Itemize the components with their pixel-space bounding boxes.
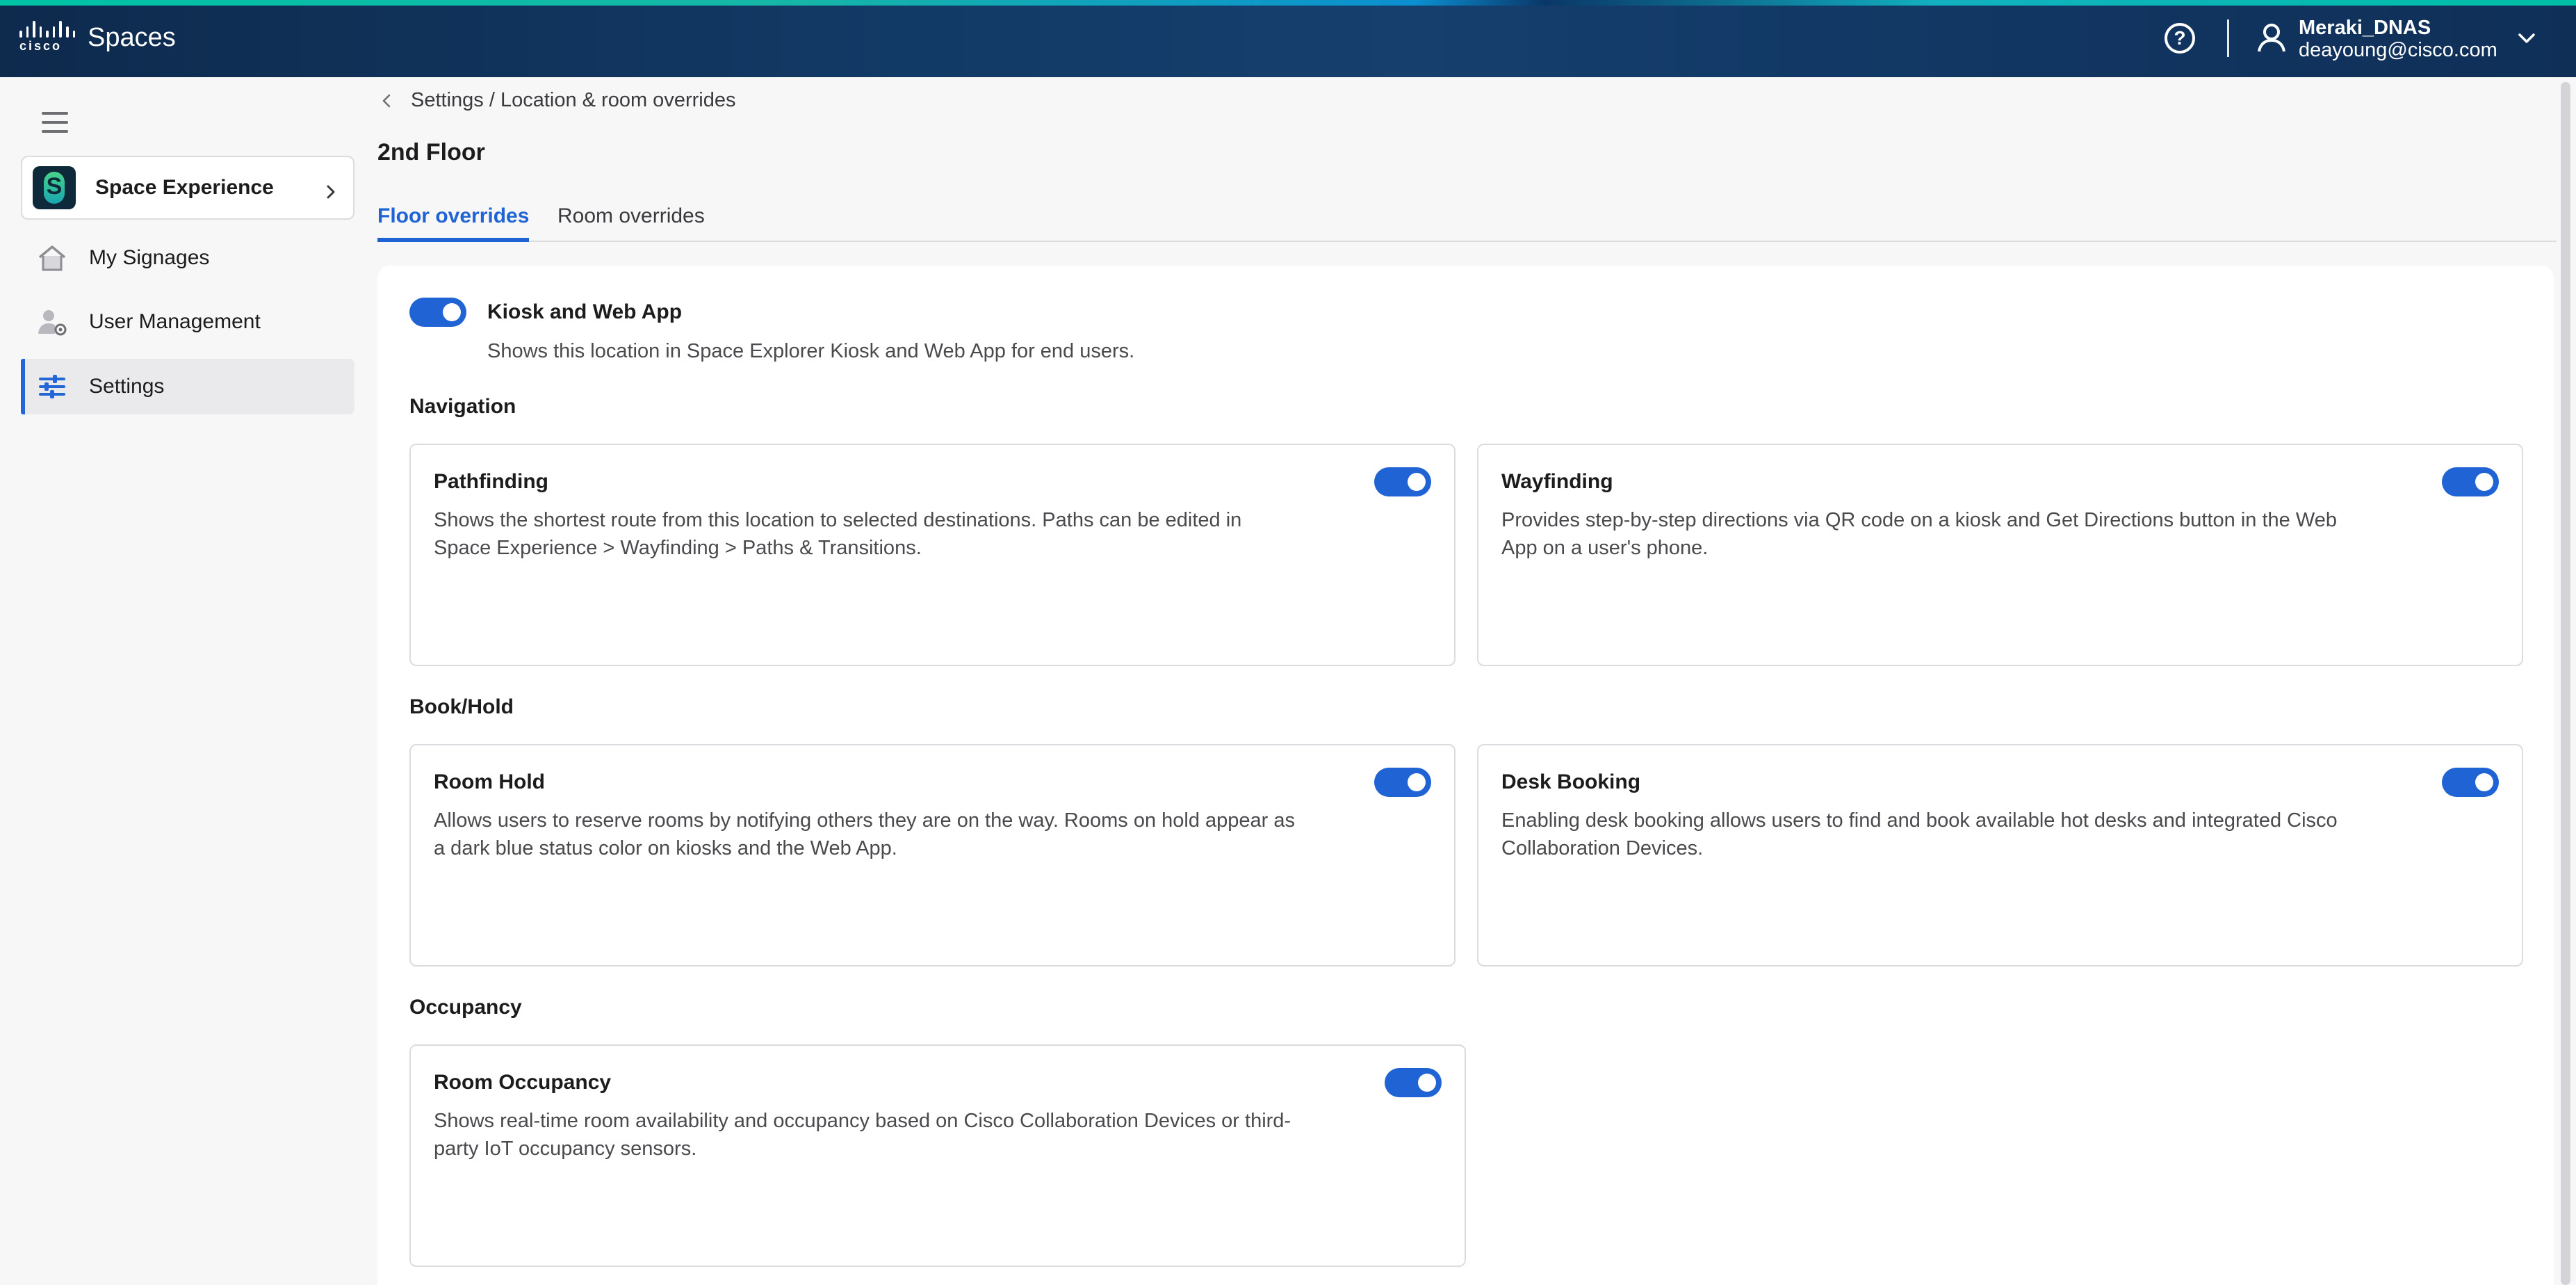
top-navigation-bar: cisco Spaces ? Meraki_DNAS deayoung@cisc… [0, 0, 2576, 77]
sidebar-item-settings[interactable]: Settings [21, 359, 354, 414]
space-selector-label: Space Experience [95, 176, 274, 199]
desk-booking-description: Enabling desk booking allows users to fi… [1501, 809, 2338, 859]
kiosk-web-app-description: Shows this location in Space Explorer Ki… [487, 340, 1135, 362]
breadcrumb[interactable]: Settings / Location & room overrides [379, 89, 735, 112]
space-experience-logo-icon [33, 166, 76, 209]
room-occupancy-card: Room Occupancy Shows real-time room avai… [409, 1044, 1466, 1267]
chevron-right-icon [327, 185, 335, 199]
cisco-logo-icon: cisco [19, 21, 76, 54]
sidebar-item-my-signages[interactable]: My Signages [21, 230, 354, 286]
chevron-left-icon[interactable] [379, 92, 396, 109]
section-title-book-hold: Book/Hold [409, 695, 514, 718]
room-hold-card: Room Hold Allows users to reserve rooms … [409, 744, 1456, 967]
pathfinding-card: Pathfinding Shows the shortest route fro… [409, 444, 1456, 666]
room-hold-toggle[interactable] [1374, 768, 1431, 797]
sliders-icon [39, 375, 65, 398]
user-name[interactable]: Meraki_DNAS [2299, 17, 2431, 40]
menu-icon[interactable] [42, 112, 68, 134]
wayfinding-description: Provides step-by-step directions via QR … [1501, 509, 2337, 559]
desk-booking-card: Desk Booking Enabling desk booking allow… [1477, 744, 2523, 967]
chevron-down-icon[interactable] [2515, 26, 2538, 50]
wayfinding-card: Wayfinding Provides step-by-step directi… [1477, 444, 2523, 666]
user-settings-icon [38, 310, 67, 336]
desk-booking-toggle[interactable] [2442, 768, 2499, 797]
room-occupancy-description: Shows real-time room availability and oc… [434, 1110, 1291, 1160]
wayfinding-title: Wayfinding [1501, 470, 1613, 493]
sidebar-item-label: My Signages [89, 246, 210, 269]
cisco-wordmark: cisco [19, 39, 63, 53]
pathfinding-description: Shows the shortest route from this locat… [434, 509, 1242, 559]
pathfinding-title: Pathfinding [434, 470, 548, 493]
kiosk-web-app-title: Kiosk and Web App [487, 300, 683, 323]
tab-floor-overrides[interactable]: Floor overrides [377, 204, 530, 242]
tab-room-overrides[interactable]: Room overrides [557, 204, 705, 242]
sidebar-item-label: User Management [89, 310, 261, 333]
app-name: Spaces [88, 22, 176, 52]
room-occupancy-toggle[interactable] [1385, 1068, 1442, 1097]
pathfinding-toggle[interactable] [1374, 467, 1431, 496]
wayfinding-toggle[interactable] [2442, 467, 2499, 496]
space-selector[interactable]: Space Experience [21, 156, 354, 220]
home-icon [38, 245, 66, 271]
tab-bar: Floor overrides Room overrides [377, 202, 2557, 242]
help-icon[interactable]: ? [2165, 23, 2195, 54]
header-divider [2227, 19, 2229, 57]
sidebar-item-user-management[interactable]: User Management [21, 294, 354, 350]
sidebar: Space Experience My Signages User Manage… [0, 77, 368, 1285]
section-title-occupancy: Occupancy [409, 996, 522, 1019]
room-occupancy-title: Room Occupancy [434, 1071, 612, 1094]
breadcrumb-text[interactable]: Settings / Location & room overrides [411, 89, 735, 112]
app-logo[interactable]: cisco Spaces [19, 21, 176, 54]
user-icon[interactable] [2255, 21, 2288, 54]
kiosk-web-app-toggle[interactable] [409, 298, 466, 327]
user-email[interactable]: deayoung@cisco.com [2299, 39, 2497, 62]
room-hold-description: Allows users to reserve rooms by notifyi… [434, 809, 1296, 859]
section-title-navigation: Navigation [409, 395, 516, 418]
page-title: 2nd Floor [377, 139, 485, 165]
desk-booking-title: Desk Booking [1501, 770, 1641, 793]
room-hold-title: Room Hold [434, 770, 545, 793]
sidebar-item-label: Settings [89, 375, 165, 398]
page-scrollbar[interactable] [2561, 82, 2570, 1285]
header-accent-stripe [0, 0, 2576, 6]
